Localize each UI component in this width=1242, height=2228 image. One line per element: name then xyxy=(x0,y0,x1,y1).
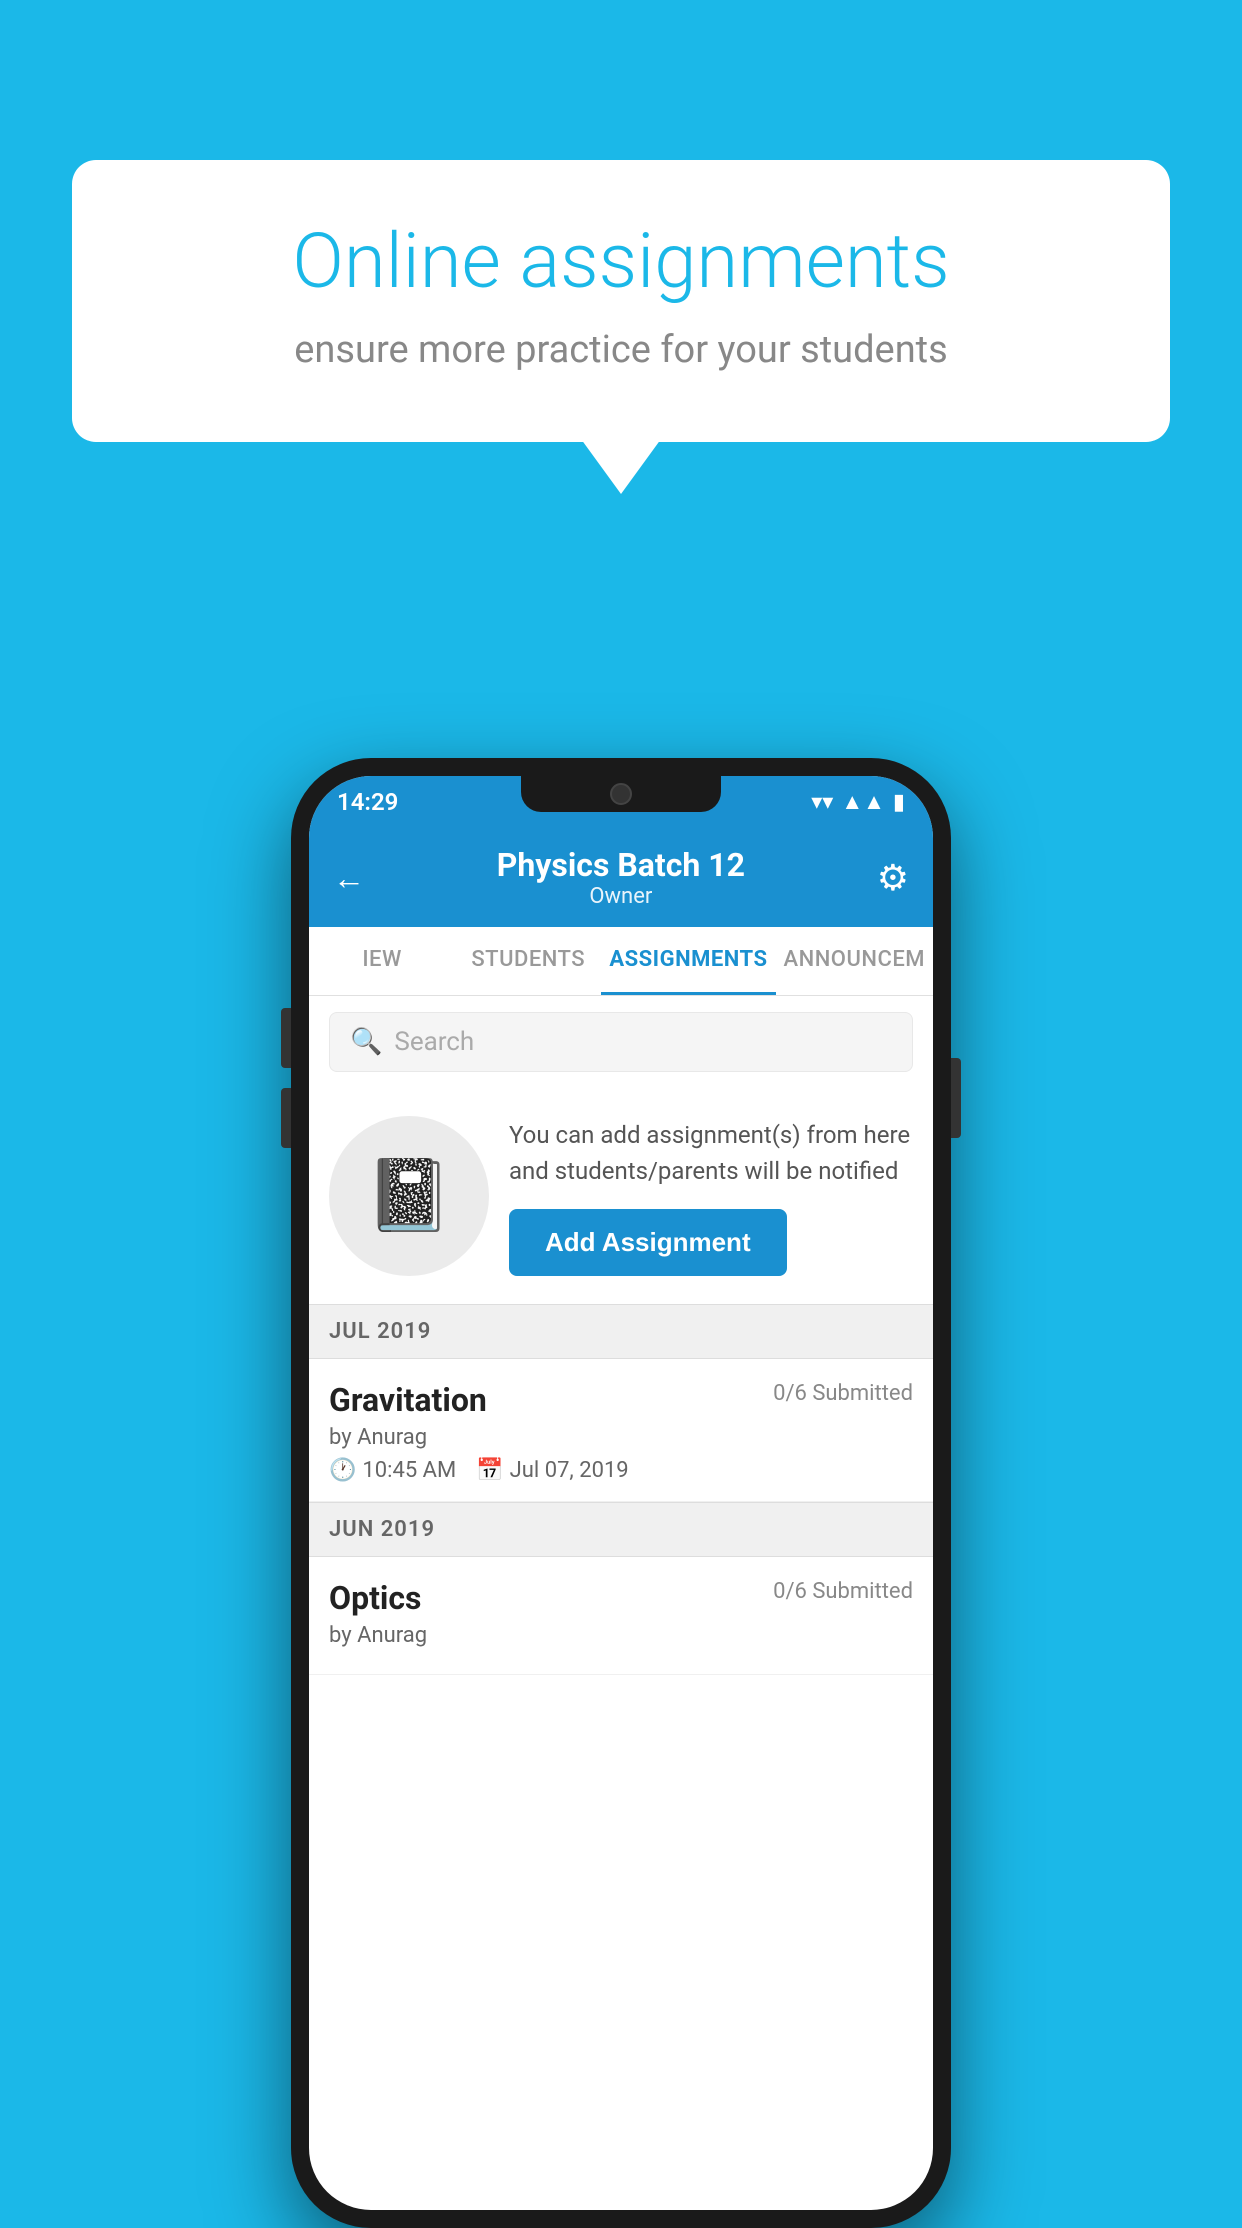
assignment-name-optics: Optics xyxy=(329,1579,421,1617)
header-center: Physics Batch 12 Owner xyxy=(497,846,745,909)
phone-frame: 14:29 ▾▾ ▲▲ ▮ ← Physics Batch 12 Owner ⚙… xyxy=(291,758,951,2228)
assignment-item-optics[interactable]: Optics 0/6 Submitted by Anurag xyxy=(309,1557,933,1675)
assignment-by-gravitation: by Anurag xyxy=(329,1425,913,1450)
phone-screen: 14:29 ▾▾ ▲▲ ▮ ← Physics Batch 12 Owner ⚙… xyxy=(309,776,933,2210)
section-header-jul: JUL 2019 xyxy=(309,1304,933,1359)
power-button xyxy=(951,1058,961,1138)
settings-button[interactable]: ⚙ xyxy=(877,857,909,899)
promo-description: You can add assignment(s) from here and … xyxy=(509,1117,913,1189)
promo-text-area: You can add assignment(s) from here and … xyxy=(509,1117,913,1276)
status-icons: ▾▾ ▲▲ ▮ xyxy=(811,789,905,815)
wifi-icon: ▾▾ xyxy=(811,790,833,815)
assignment-name-gravitation: Gravitation xyxy=(329,1381,487,1419)
battery-icon: ▮ xyxy=(893,790,905,815)
assignment-by-optics: by Anurag xyxy=(329,1623,913,1648)
back-button[interactable]: ← xyxy=(333,859,365,897)
tab-iew[interactable]: IEW xyxy=(309,927,455,995)
add-assignment-button[interactable]: Add Assignment xyxy=(509,1209,787,1276)
header-subtitle: Owner xyxy=(497,884,745,909)
volume-up-button xyxy=(281,1008,291,1068)
bubble-subtitle: ensure more practice for your students xyxy=(152,328,1090,372)
assignment-date-gravitation: 📅 Jul 07, 2019 xyxy=(476,1458,628,1483)
assignment-item-gravitation[interactable]: Gravitation 0/6 Submitted by Anurag 🕐 10… xyxy=(309,1359,933,1502)
search-bar[interactable]: 🔍 Search xyxy=(329,1012,913,1072)
assignment-icon-circle: 📓 xyxy=(329,1116,489,1276)
speech-bubble-container: Online assignments ensure more practice … xyxy=(72,160,1170,442)
front-camera xyxy=(610,783,632,805)
phone-notch xyxy=(521,776,721,812)
assignment-meta-gravitation: 🕐 10:45 AM 📅 Jul 07, 2019 xyxy=(329,1458,913,1483)
clock-icon: 🕐 xyxy=(329,1458,356,1483)
tabs-bar: IEW STUDENTS ASSIGNMENTS ANNOUNCEM xyxy=(309,927,933,996)
assignment-submitted-gravitation: 0/6 Submitted xyxy=(773,1381,913,1406)
promo-section: 📓 You can add assignment(s) from here an… xyxy=(309,1088,933,1304)
assignment-time-gravitation: 🕐 10:45 AM xyxy=(329,1458,456,1483)
signal-icon: ▲▲ xyxy=(841,789,885,815)
section-header-jun: JUN 2019 xyxy=(309,1502,933,1557)
search-container: 🔍 Search xyxy=(309,996,933,1088)
bubble-title: Online assignments xyxy=(152,220,1090,304)
header-title: Physics Batch 12 xyxy=(497,846,745,884)
search-input[interactable]: Search xyxy=(394,1027,474,1057)
assignment-submitted-optics: 0/6 Submitted xyxy=(773,1579,913,1604)
app-header: ← Physics Batch 12 Owner ⚙ xyxy=(309,828,933,927)
speech-bubble: Online assignments ensure more practice … xyxy=(72,160,1170,442)
status-time: 14:29 xyxy=(337,788,398,816)
notebook-icon: 📓 xyxy=(365,1155,452,1237)
volume-down-button xyxy=(281,1088,291,1148)
tab-assignments[interactable]: ASSIGNMENTS xyxy=(601,927,775,995)
assignment-top-optics: Optics 0/6 Submitted xyxy=(329,1579,913,1617)
tab-announcements[interactable]: ANNOUNCEM xyxy=(776,927,934,995)
calendar-icon: 📅 xyxy=(476,1458,503,1483)
tab-students[interactable]: STUDENTS xyxy=(455,927,601,995)
search-icon: 🔍 xyxy=(350,1027,382,1057)
assignment-top: Gravitation 0/6 Submitted xyxy=(329,1381,913,1419)
